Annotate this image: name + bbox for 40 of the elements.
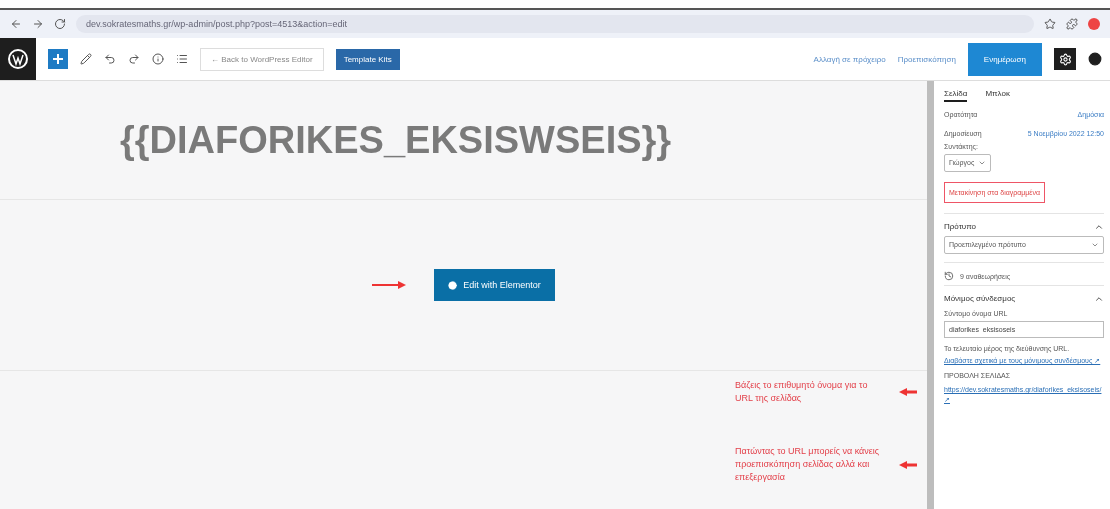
undo-icon[interactable] <box>104 53 116 65</box>
edit-with-elementor-button[interactable]: Edit with Elementor <box>434 269 555 301</box>
profile-icon[interactable] <box>1088 18 1100 30</box>
info-icon[interactable] <box>152 53 164 65</box>
chevron-icon[interactable] <box>1094 222 1104 232</box>
settings-icon <box>1058 52 1072 66</box>
redo-icon[interactable] <box>128 53 140 65</box>
revisions-icon <box>944 271 954 281</box>
sidebar-tab[interactable]: Μπλοκ <box>985 87 1010 102</box>
plus-icon <box>53 54 63 64</box>
preview-link[interactable]: Προεπισκόπηση <box>897 54 956 64</box>
back-to-editor-button[interactable]: ← Back to WordPress Editor <box>200 47 324 71</box>
chevron-icon <box>978 159 987 167</box>
chevron-icon[interactable] <box>1094 294 1104 304</box>
forward-icon[interactable] <box>32 18 44 30</box>
template-kits-button[interactable]: Template Kits <box>335 48 400 70</box>
add-block-button[interactable] <box>48 49 68 69</box>
puzzle-icon[interactable] <box>1066 18 1078 30</box>
pencil-icon[interactable] <box>80 53 92 65</box>
star-icon[interactable] <box>1044 18 1056 30</box>
page-title[interactable]: {{DIAFORIKES_EKSISWSEIS}} <box>120 118 672 162</box>
annotation-text: Βάζεις το επιθυμητό όνομα για το URL της σελίδας <box>735 379 869 405</box>
update-button[interactable]: Ενημέρωση <box>967 42 1042 76</box>
wordpress-logo[interactable] <box>8 49 28 69</box>
arrow-icon <box>899 388 917 396</box>
arrow-icon <box>372 281 407 289</box>
switch-to-draft-link[interactable]: Αλλαγή σε πρόχειρο <box>813 54 886 64</box>
reload-icon[interactable] <box>54 18 66 30</box>
section-title[interactable]: Μόνιμος σύνδεσμος <box>944 294 1016 304</box>
list-view-icon[interactable] <box>176 53 188 65</box>
sidebar-tab[interactable]: Σελίδα <box>944 87 968 102</box>
plugin-icon[interactable] <box>1088 52 1102 66</box>
annotation-text: Πατώντας το URL μπορείς να κάνεις προεπισκόπηση σελίδας αλλά και επεξεργασία <box>735 445 881 484</box>
settings-button[interactable] <box>1054 48 1076 70</box>
chevron-icon <box>1091 241 1099 249</box>
back-icon[interactable] <box>10 18 22 30</box>
section-title[interactable]: Πρότυπο <box>944 222 977 232</box>
arrow-icon <box>899 460 917 469</box>
elementor-icon <box>448 280 458 290</box>
address-bar[interactable]: dev.sokratesmaths.gr/wp-admin/post.php?post=4513&action=edit <box>76 15 1034 33</box>
